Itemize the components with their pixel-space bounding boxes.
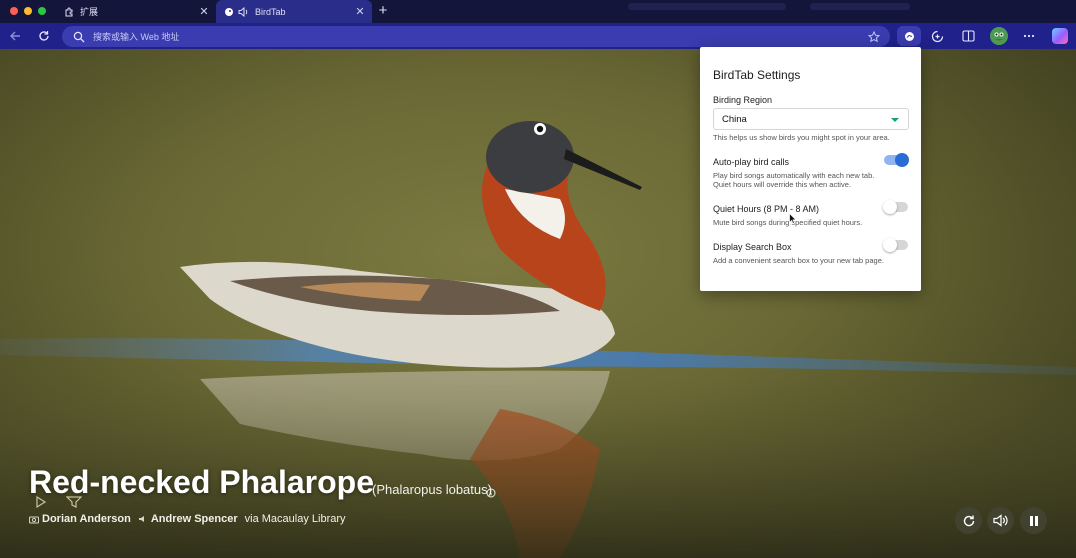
camera-icon — [29, 515, 39, 524]
quiet-hours-label: Quiet Hours (8 PM - 8 AM) — [713, 204, 820, 214]
minimize-window-button[interactable] — [24, 7, 32, 15]
toggle-knob — [883, 200, 897, 214]
toggle-knob — [895, 153, 909, 167]
close-tab-icon[interactable]: ✕ — [352, 5, 368, 18]
close-tab-icon[interactable]: ✕ — [196, 5, 212, 18]
volume-icon[interactable] — [987, 507, 1014, 534]
copilot-icon[interactable] — [1052, 28, 1068, 44]
tab-strip-placeholder — [810, 3, 910, 10]
address-bar[interactable] — [62, 26, 890, 47]
browser-toolbar — [0, 23, 1076, 49]
chevron-down-icon — [891, 118, 899, 122]
reload-icon[interactable] — [35, 27, 53, 45]
region-value: China — [722, 114, 747, 125]
autoplay-label: Auto-play bird calls — [713, 157, 790, 167]
tab-strip: 扩展 ✕ BirdTab ✕ + — [0, 0, 1076, 23]
settings-title: BirdTab Settings — [713, 68, 801, 82]
tab-birdtab[interactable]: BirdTab ✕ — [216, 0, 372, 23]
region-label: Birding Region — [713, 95, 773, 105]
microphone-icon — [138, 514, 148, 524]
toggle-knob — [883, 238, 897, 252]
photo-credits: Dorian Anderson Andrew Spencer via Macau… — [29, 513, 346, 525]
puzzle-icon — [64, 7, 74, 17]
tab-label: BirdTab — [255, 6, 286, 17]
autoplay-help-line2: Quiet hours will override this when acti… — [713, 180, 851, 189]
close-window-button[interactable] — [10, 7, 18, 15]
tab-label: 扩展 — [80, 7, 99, 17]
extensions-icon[interactable] — [928, 27, 946, 45]
birdtab-icon — [224, 7, 234, 17]
quiet-hours-toggle[interactable] — [883, 200, 908, 214]
search-icon — [73, 30, 85, 48]
maximize-window-button[interactable] — [38, 7, 46, 15]
split-screen-icon[interactable] — [959, 27, 977, 45]
autoplay-toggle[interactable] — [884, 153, 909, 167]
mouse-cursor-icon — [789, 211, 797, 229]
profile-avatar[interactable] — [990, 27, 1008, 45]
photographer-name[interactable]: Dorian Anderson — [42, 513, 131, 525]
bird-common-name: Red-necked Phalarope — [29, 464, 374, 500]
quiet-hours-help: Mute bird songs during specified quiet h… — [713, 218, 863, 227]
back-icon[interactable] — [6, 27, 24, 45]
bird-scientific-name: (Phalaropus lobatus) — [372, 482, 492, 497]
region-select[interactable]: China — [713, 108, 909, 130]
refresh-icon[interactable] — [955, 507, 982, 534]
region-help: This helps us show birds you might spot … — [713, 133, 890, 142]
search-box-help: Add a convenient search box to your new … — [713, 256, 884, 265]
more-icon[interactable] — [1020, 27, 1038, 45]
favorite-star-icon[interactable] — [867, 30, 881, 48]
new-tab-button[interactable]: + — [376, 2, 390, 20]
birdtab-extension-icon[interactable] — [897, 26, 921, 46]
speaker-icon[interactable] — [238, 6, 249, 17]
search-box-toggle[interactable] — [883, 238, 908, 252]
tab-extensions[interactable]: 扩展 ✕ — [56, 0, 216, 23]
pause-icon[interactable] — [1020, 507, 1047, 534]
tab-strip-placeholder — [628, 3, 786, 10]
search-box-label: Display Search Box — [713, 242, 792, 252]
info-icon[interactable] — [486, 485, 496, 503]
address-input[interactable] — [93, 28, 853, 45]
source-credit[interactable]: via Macaulay Library — [245, 513, 346, 525]
birdtab-settings-popup: BirdTab Settings Birding Region China Th… — [700, 47, 921, 291]
recordist-name[interactable]: Andrew Spencer — [151, 513, 238, 525]
